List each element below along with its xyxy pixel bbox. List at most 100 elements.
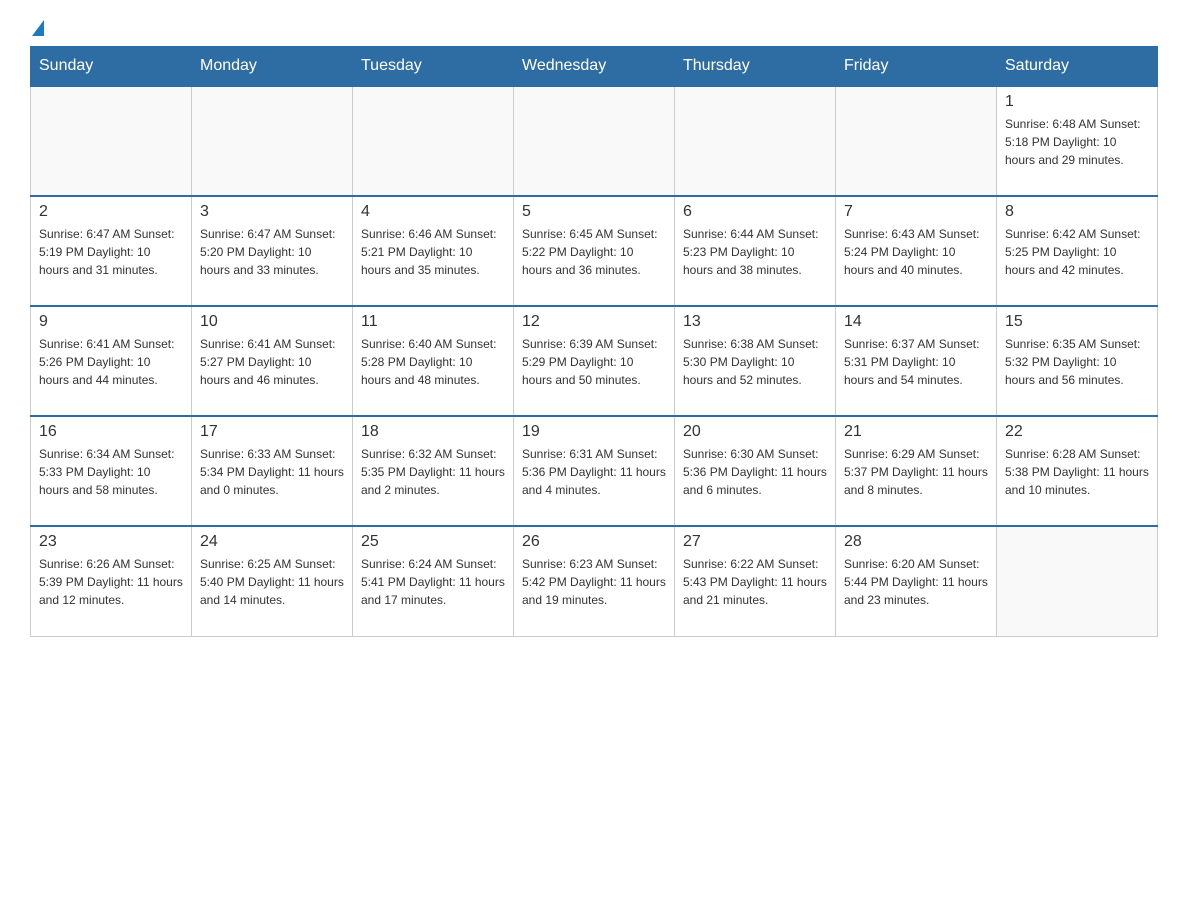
calendar-cell [353,86,514,196]
calendar-cell: 19 Sunrise: 6:31 AM Sunset: 5:36 PM Dayli… [514,416,675,526]
logo-triangle-icon [32,20,44,36]
day-number: 7 [844,203,988,221]
calendar-cell: 6 Sunrise: 6:44 AM Sunset: 5:23 PM Daylig… [675,196,836,306]
calendar-week-row: 1 Sunrise: 6:48 AM Sunset: 5:18 PM Daylig… [31,86,1158,196]
day-of-week-header: Tuesday [353,47,514,87]
day-info: Sunrise: 6:37 AM Sunset: 5:31 PM Dayligh… [844,335,988,389]
day-number: 17 [200,423,344,441]
day-info: Sunrise: 6:35 AM Sunset: 5:32 PM Dayligh… [1005,335,1149,389]
day-info: Sunrise: 6:38 AM Sunset: 5:30 PM Dayligh… [683,335,827,389]
day-info: Sunrise: 6:40 AM Sunset: 5:28 PM Dayligh… [361,335,505,389]
calendar-cell: 26 Sunrise: 6:23 AM Sunset: 5:42 PM Dayli… [514,526,675,636]
calendar-cell: 12 Sunrise: 6:39 AM Sunset: 5:29 PM Dayli… [514,306,675,416]
day-of-week-header: Monday [192,47,353,87]
page-header [30,20,1158,36]
day-info: Sunrise: 6:23 AM Sunset: 5:42 PM Dayligh… [522,555,666,609]
day-number: 11 [361,313,505,331]
calendar-cell: 10 Sunrise: 6:41 AM Sunset: 5:27 PM Dayli… [192,306,353,416]
calendar-cell: 9 Sunrise: 6:41 AM Sunset: 5:26 PM Daylig… [31,306,192,416]
day-number: 2 [39,203,183,221]
calendar-cell: 14 Sunrise: 6:37 AM Sunset: 5:31 PM Dayli… [836,306,997,416]
calendar-cell: 17 Sunrise: 6:33 AM Sunset: 5:34 PM Dayli… [192,416,353,526]
day-number: 16 [39,423,183,441]
day-of-week-header: Wednesday [514,47,675,87]
day-info: Sunrise: 6:30 AM Sunset: 5:36 PM Dayligh… [683,445,827,499]
calendar-cell: 5 Sunrise: 6:45 AM Sunset: 5:22 PM Daylig… [514,196,675,306]
day-info: Sunrise: 6:41 AM Sunset: 5:27 PM Dayligh… [200,335,344,389]
calendar-cell: 22Sunrise: 6:28 AM Sunset: 5:38 PM Dayli… [997,416,1158,526]
day-number: 23 [39,533,183,551]
calendar-cell: 24Sunrise: 6:25 AM Sunset: 5:40 PM Dayli… [192,526,353,636]
calendar-cell: 8 Sunrise: 6:42 AM Sunset: 5:25 PM Daylig… [997,196,1158,306]
calendar-cell: 16Sunrise: 6:34 AM Sunset: 5:33 PM Dayli… [31,416,192,526]
day-of-week-header: Friday [836,47,997,87]
calendar-cell [514,86,675,196]
day-info: Sunrise: 6:43 AM Sunset: 5:24 PM Dayligh… [844,225,988,279]
calendar-cell [836,86,997,196]
day-info: Sunrise: 6:32 AM Sunset: 5:35 PM Dayligh… [361,445,505,499]
day-number: 15 [1005,313,1149,331]
day-of-week-header: Thursday [675,47,836,87]
day-number: 14 [844,313,988,331]
day-number: 20 [683,423,827,441]
calendar-cell: 3Sunrise: 6:47 AM Sunset: 5:20 PM Daylig… [192,196,353,306]
day-number: 12 [522,313,666,331]
calendar-cell: 20 Sunrise: 6:30 AM Sunset: 5:36 PM Dayli… [675,416,836,526]
calendar-table: SundayMondayTuesdayWednesdayThursdayFrid… [30,46,1158,637]
day-number: 22 [1005,423,1149,441]
calendar-cell [192,86,353,196]
day-info: Sunrise: 6:41 AM Sunset: 5:26 PM Dayligh… [39,335,183,389]
day-number: 27 [683,533,827,551]
day-number: 9 [39,313,183,331]
calendar-cell: 21Sunrise: 6:29 AM Sunset: 5:37 PM Dayli… [836,416,997,526]
calendar-cell: 28 Sunrise: 6:20 AM Sunset: 5:44 PM Dayli… [836,526,997,636]
day-number: 10 [200,313,344,331]
calendar-cell: 15 Sunrise: 6:35 AM Sunset: 5:32 PM Dayli… [997,306,1158,416]
day-number: 1 [1005,93,1149,111]
calendar-cell: 13 Sunrise: 6:38 AM Sunset: 5:30 PM Dayli… [675,306,836,416]
calendar-header-row: SundayMondayTuesdayWednesdayThursdayFrid… [31,47,1158,87]
calendar-week-row: 9 Sunrise: 6:41 AM Sunset: 5:26 PM Daylig… [31,306,1158,416]
day-info: Sunrise: 6:42 AM Sunset: 5:25 PM Dayligh… [1005,225,1149,279]
calendar-cell: 25 Sunrise: 6:24 AM Sunset: 5:41 PM Dayli… [353,526,514,636]
day-number: 3 [200,203,344,221]
day-number: 24 [200,533,344,551]
day-info: Sunrise: 6:20 AM Sunset: 5:44 PM Dayligh… [844,555,988,609]
day-info: Sunrise: 6:26 AM Sunset: 5:39 PM Dayligh… [39,555,183,609]
day-number: 19 [522,423,666,441]
calendar-cell: 4 Sunrise: 6:46 AM Sunset: 5:21 PM Daylig… [353,196,514,306]
day-of-week-header: Sunday [31,47,192,87]
day-number: 28 [844,533,988,551]
day-info: Sunrise: 6:22 AM Sunset: 5:43 PM Dayligh… [683,555,827,609]
day-number: 6 [683,203,827,221]
day-number: 4 [361,203,505,221]
calendar-cell: 1 Sunrise: 6:48 AM Sunset: 5:18 PM Daylig… [997,86,1158,196]
day-number: 18 [361,423,505,441]
day-number: 25 [361,533,505,551]
day-info: Sunrise: 6:48 AM Sunset: 5:18 PM Dayligh… [1005,115,1149,169]
logo [30,20,44,36]
calendar-week-row: 2 Sunrise: 6:47 AM Sunset: 5:19 PM Daylig… [31,196,1158,306]
day-info: Sunrise: 6:46 AM Sunset: 5:21 PM Dayligh… [361,225,505,279]
calendar-cell: 27 Sunrise: 6:22 AM Sunset: 5:43 PM Dayli… [675,526,836,636]
calendar-cell [31,86,192,196]
calendar-cell: 7 Sunrise: 6:43 AM Sunset: 5:24 PM Daylig… [836,196,997,306]
calendar-cell: 18 Sunrise: 6:32 AM Sunset: 5:35 PM Dayli… [353,416,514,526]
day-info: Sunrise: 6:47 AM Sunset: 5:19 PM Dayligh… [39,225,183,279]
day-info: Sunrise: 6:31 AM Sunset: 5:36 PM Dayligh… [522,445,666,499]
calendar-week-row: 16Sunrise: 6:34 AM Sunset: 5:33 PM Dayli… [31,416,1158,526]
day-info: Sunrise: 6:45 AM Sunset: 5:22 PM Dayligh… [522,225,666,279]
calendar-cell [997,526,1158,636]
day-info: Sunrise: 6:44 AM Sunset: 5:23 PM Dayligh… [683,225,827,279]
day-info: Sunrise: 6:24 AM Sunset: 5:41 PM Dayligh… [361,555,505,609]
day-number: 13 [683,313,827,331]
day-of-week-header: Saturday [997,47,1158,87]
day-info: Sunrise: 6:29 AM Sunset: 5:37 PM Dayligh… [844,445,988,499]
day-info: Sunrise: 6:33 AM Sunset: 5:34 PM Dayligh… [200,445,344,499]
day-info: Sunrise: 6:39 AM Sunset: 5:29 PM Dayligh… [522,335,666,389]
calendar-cell: 11 Sunrise: 6:40 AM Sunset: 5:28 PM Dayli… [353,306,514,416]
day-number: 5 [522,203,666,221]
day-number: 26 [522,533,666,551]
day-number: 8 [1005,203,1149,221]
calendar-week-row: 23 Sunrise: 6:26 AM Sunset: 5:39 PM Dayli… [31,526,1158,636]
